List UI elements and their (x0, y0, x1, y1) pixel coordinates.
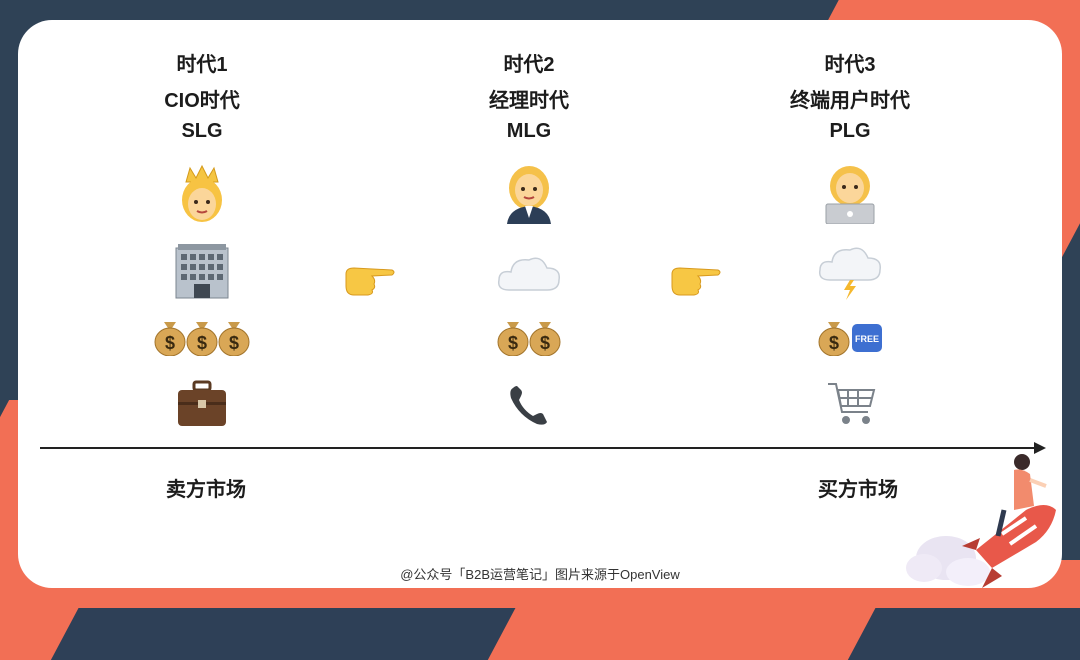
market-label-left: 卖方市场 (166, 479, 246, 501)
era-name: CIO时代 (164, 90, 240, 112)
svg-text:$: $ (229, 333, 239, 353)
era-model: PLG (829, 120, 871, 142)
money-bag-icon: $ $ (497, 322, 561, 356)
svg-text:$: $ (508, 333, 518, 353)
era-title: 时代3 (824, 54, 876, 76)
era-title: 时代1 (176, 54, 228, 76)
svg-text:$: $ (829, 333, 839, 353)
era-model: SLG (181, 120, 223, 142)
market-label-right: 买方市场 (818, 479, 898, 501)
era-name: 经理时代 (489, 90, 569, 112)
era-model: MLG (506, 120, 552, 142)
queen-icon (182, 164, 222, 222)
money-bag-icon: $ $ $ (154, 322, 250, 356)
slide-card: 时代1 CIO时代 SLG $ $ $ 时代2 经理时代 MLG $ $ 时代3… (18, 20, 1062, 588)
timeline-arrow (40, 447, 1040, 449)
svg-text:$: $ (197, 333, 207, 353)
manager-woman-icon (507, 166, 551, 224)
svg-text:$: $ (540, 333, 550, 353)
pointing-hand-icon (345, 267, 395, 296)
briefcase-icon (178, 380, 226, 426)
money-free-icon: $ FREE (818, 322, 882, 356)
office-building-icon (175, 244, 229, 299)
svg-text:$: $ (165, 333, 175, 353)
rocket-illustration (906, 454, 1056, 588)
cloud-icon (497, 257, 560, 291)
woman-laptop-icon (825, 166, 875, 224)
era-title: 时代2 (503, 54, 555, 76)
shopping-cart-icon (828, 383, 876, 424)
storm-cloud-icon (818, 247, 881, 300)
svg-text:FREE: FREE (855, 334, 879, 344)
era-name: 终端用户时代 (790, 90, 910, 112)
pointing-hand-icon (671, 267, 721, 296)
telephone-icon (510, 386, 547, 425)
